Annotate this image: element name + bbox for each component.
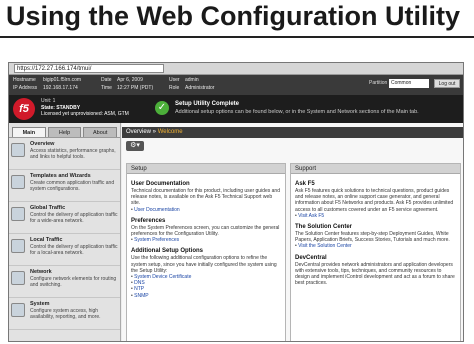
tab-about[interactable]: About — [83, 127, 118, 137]
nav-item-templates[interactable]: Templates and Wizards Create common appli… — [9, 170, 120, 202]
date-label: Date — [101, 77, 112, 83]
nav-desc: Access statistics, performance graphs, a… — [30, 148, 116, 160]
nav-desc: Create common application traffic and sy… — [30, 180, 115, 192]
nav-item-overview[interactable]: Overview Access statistics, performance g… — [9, 138, 120, 170]
setup-complete-title: Setup Utility Complete — [175, 101, 240, 107]
user-value: admin — [185, 77, 199, 83]
nav-item-network[interactable]: Network Configure network elements for ro… — [9, 266, 120, 298]
hostname-value: bigip01.f5lrn.com — [43, 77, 82, 83]
role-value: Administrator — [185, 85, 215, 91]
network-icon — [11, 271, 25, 285]
ask-f5-title: Ask F5 — [295, 181, 315, 187]
nav-title: Templates and Wizards — [30, 173, 91, 179]
nav-desc: Configure system access, high availabili… — [30, 308, 101, 320]
nav-title: Network — [30, 269, 52, 275]
address-bar: https://172.27.166.174/tmui/ — [9, 63, 463, 75]
main-nav: Overview Access statistics, performance g… — [9, 137, 120, 330]
setup-panel: Setup User Documentation Technical docum… — [126, 163, 286, 341]
nav-desc: Control the delivery of application traf… — [30, 244, 118, 256]
solution-center-title: The Solution Center — [295, 224, 352, 231]
nav-title: Global Traffic — [30, 205, 66, 211]
address-input[interactable]: https://172.27.166.174/tmui/ — [14, 64, 164, 73]
breadcrumb-page: Welcome — [157, 129, 183, 135]
slide-title: Using the Web Configuration Utility — [6, 1, 460, 31]
additional-setup-title: Additional Setup Options — [131, 248, 203, 255]
overview-icon — [11, 143, 25, 157]
time-label: Time — [101, 85, 112, 91]
snmp-link[interactable]: SNMP — [131, 293, 281, 299]
visit-solution-center-link[interactable]: Visit the Solution Center — [295, 243, 456, 249]
success-check-icon: ✓ — [155, 101, 169, 115]
solution-center-text: The Solution Center features step-by-ste… — [295, 231, 450, 244]
nav-item-global-traffic[interactable]: Global Traffic Control the delivery of ap… — [9, 202, 120, 234]
hostname-label: Hostname — [13, 77, 36, 83]
user-label: User — [169, 77, 180, 83]
partition-select[interactable]: Common — [389, 79, 429, 88]
preferences-text: On the System Preferences screen, you ca… — [131, 224, 280, 238]
user-doc-text: Technical documentation for this product… — [131, 188, 280, 207]
nav-desc: Control the delivery of application traf… — [30, 212, 118, 224]
date-value: Apr 6, 2009 — [117, 77, 143, 83]
system-preferences-link[interactable]: System Preferences — [131, 237, 281, 243]
slide: Using the Web Configuration Utility http… — [0, 0, 474, 344]
additional-setup-text: Use the following additional configurati… — [131, 255, 277, 274]
globe-icon — [11, 207, 25, 221]
unit-info: Unit: 1 State: STANDBY Licensed yet unpr… — [41, 98, 129, 118]
templates-icon — [11, 175, 25, 189]
devcentral-title: DevCentral — [295, 254, 327, 261]
partition-label: Partition — [369, 80, 388, 86]
support-panel: Support Ask F5 Ask F5 features quick sol… — [290, 163, 461, 341]
breadcrumb-separator: » — [151, 129, 158, 135]
gear-menu-icon[interactable]: ⚙▾ — [126, 141, 144, 151]
ip-value: 192.168.17.174 — [43, 85, 78, 91]
nav-title: Overview — [30, 141, 55, 147]
preferences-title: Preferences — [131, 217, 166, 224]
system-icon — [11, 303, 25, 317]
visit-ask-f5-link[interactable]: Visit Ask F5 — [295, 213, 456, 219]
ask-f5-text: Ask F5 features quick solutions to techn… — [295, 188, 454, 213]
breadcrumb: Overview » Welcome — [122, 127, 463, 138]
browser-window: https://172.27.166.174/tmui/ Hostname bi… — [8, 62, 464, 342]
nav-item-local-traffic[interactable]: Local Traffic Control the delivery of app… — [9, 234, 120, 266]
local-traffic-icon — [11, 239, 25, 253]
status-bar: Hostname bigip01.f5lrn.com IP Address 19… — [9, 75, 463, 95]
tab-main[interactable]: Main — [12, 127, 46, 137]
nav-title: System — [30, 301, 50, 307]
support-panel-header: Support — [291, 164, 460, 174]
ip-label: IP Address — [13, 85, 38, 91]
license-status: Licensed yet unprovisioned: ASM, GTM — [41, 111, 129, 117]
header-banner: f5 Unit: 1 State: STANDBY Licensed yet u… — [9, 95, 463, 123]
setup-complete-message: Additional setup options can be found be… — [175, 109, 419, 115]
breadcrumb-section[interactable]: Overview — [126, 129, 151, 135]
nav-title: Local Traffic — [30, 237, 63, 243]
nav-item-system[interactable]: System Configure system access, high avai… — [9, 298, 120, 330]
main-content: Overview » Welcome ⚙▾ Setup User Documen… — [122, 123, 463, 341]
user-doc-link[interactable]: User Documentation — [131, 207, 281, 213]
nav-desc: Configure network elements for routing a… — [30, 276, 117, 288]
role-label: Role — [169, 85, 180, 91]
sidebar: Main Help About Overview Access statistic… — [9, 123, 121, 341]
devcentral-text: DevCentral provides network administrato… — [295, 261, 455, 287]
logout-button[interactable]: Log out — [434, 79, 460, 88]
f5-logo: f5 — [13, 98, 35, 120]
user-doc-title: User Documentation — [131, 181, 190, 187]
sidebar-tabs: Main Help About — [9, 123, 120, 137]
time-value: 12:27 PM (PDT) — [117, 85, 154, 91]
title-divider — [0, 36, 474, 38]
tab-help[interactable]: Help — [47, 127, 82, 137]
setup-panel-header: Setup — [127, 164, 285, 174]
